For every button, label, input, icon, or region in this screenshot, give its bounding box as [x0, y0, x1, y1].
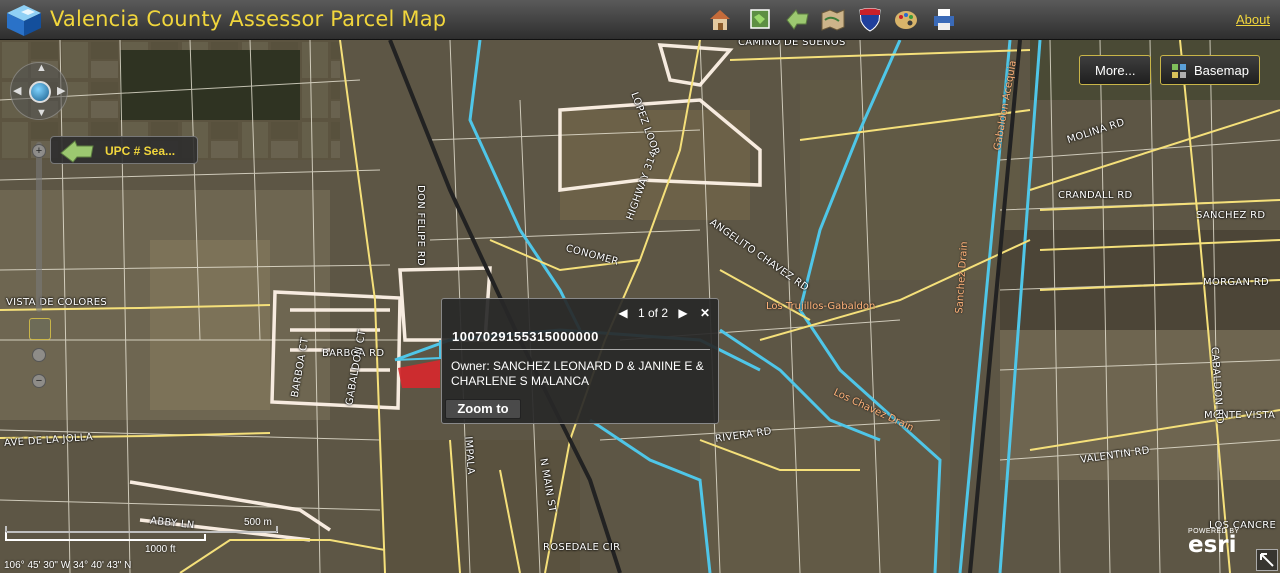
previous-feature-icon[interactable]: ◀ — [613, 306, 632, 320]
scale-imperial-label: 1000 ft — [145, 544, 176, 555]
pan-up-icon[interactable]: ▲ — [36, 62, 47, 74]
pan-control[interactable]: ▲ ▼ ◀ ▶ — [10, 62, 68, 120]
expand-corner-icon[interactable] — [1256, 549, 1278, 571]
popup-divider — [450, 349, 710, 350]
pan-down-icon[interactable]: ▼ — [36, 107, 47, 119]
zoom-slider[interactable] — [36, 142, 42, 312]
layers-icon[interactable] — [746, 5, 774, 33]
upc-search-icon[interactable] — [784, 5, 812, 33]
globe-icon[interactable] — [29, 81, 51, 103]
road-label: DON FELIPE RD — [414, 185, 426, 266]
close-icon[interactable]: ✕ — [700, 306, 710, 320]
palette-icon[interactable] — [892, 5, 920, 33]
coordinate-readout: 106° 45' 30" W 34° 40' 43" N — [4, 560, 132, 571]
popup-page-count: 1 of 2 — [637, 306, 669, 320]
zoom-in-button[interactable]: + — [32, 144, 46, 158]
next-feature-icon[interactable]: ▶ — [673, 306, 692, 320]
road-label: CAMINO DE SUENOS — [738, 40, 846, 48]
upc-search-parcel-icon — [60, 140, 94, 163]
road-label: ROSEDALE CIR — [543, 542, 621, 553]
more-button-label: More... — [1095, 63, 1136, 78]
print-icon[interactable] — [930, 5, 958, 33]
app-title: Valencia County Assessor Parcel Map — [50, 7, 447, 31]
esri-attribution[interactable]: POWERED BY esri — [1188, 528, 1239, 558]
app-header: Valencia County Assessor Parcel Map Abou… — [0, 0, 1280, 40]
popup-pager: ◀ 1 of 2 ▶ ✕ — [613, 306, 710, 320]
app-logo-cube-icon — [7, 5, 41, 36]
about-link[interactable]: About — [1236, 12, 1270, 27]
zoom-level-button[interactable] — [32, 348, 46, 362]
more-button[interactable]: More... — [1079, 55, 1151, 85]
scalebar: 500 m 1000 ft — [5, 512, 285, 555]
road-label: MORGAN RD — [1203, 277, 1270, 288]
upc-search-label: UPC # Sea... — [105, 144, 176, 158]
place-label: Los Trujillos-Gabaldon — [766, 301, 876, 312]
parcel-owner: Owner: SANCHEZ LEONARD D & JANINE E & CH… — [451, 359, 704, 388]
parcel-id: 1007029155315000000 — [452, 329, 599, 344]
interstate-shield-icon[interactable] — [856, 5, 884, 33]
basemap-button-label: Basemap — [1194, 63, 1249, 78]
pan-left-icon[interactable]: ◀ — [13, 84, 21, 97]
basemap-grid-icon — [1172, 64, 1186, 78]
basemap-button[interactable]: Basemap — [1160, 55, 1260, 85]
esri-logo: esri — [1188, 532, 1237, 558]
home-icon[interactable] — [706, 5, 734, 33]
scale-metric-label: 500 m — [244, 517, 272, 528]
legend-map-icon[interactable] — [819, 5, 847, 33]
pan-right-icon[interactable]: ▶ — [57, 84, 65, 97]
zoom-out-button[interactable]: − — [32, 374, 46, 388]
app-window: Valencia County Assessor Parcel Map Abou… — [0, 0, 1280, 573]
navigation-control: ▲ ▼ ◀ ▶ + − — [8, 62, 74, 402]
road-label: CRANDALL RD — [1058, 190, 1133, 201]
pan-hand-icon[interactable] — [29, 318, 51, 340]
road-label: SANCHEZ RD — [1196, 210, 1266, 221]
zoom-to-button[interactable]: Zoom to — [445, 399, 521, 419]
upc-search-widget[interactable]: UPC # Sea... — [50, 136, 198, 164]
parcel-popup: ◀ 1 of 2 ▶ ✕ 1007029155315000000 Owner: … — [441, 298, 719, 424]
